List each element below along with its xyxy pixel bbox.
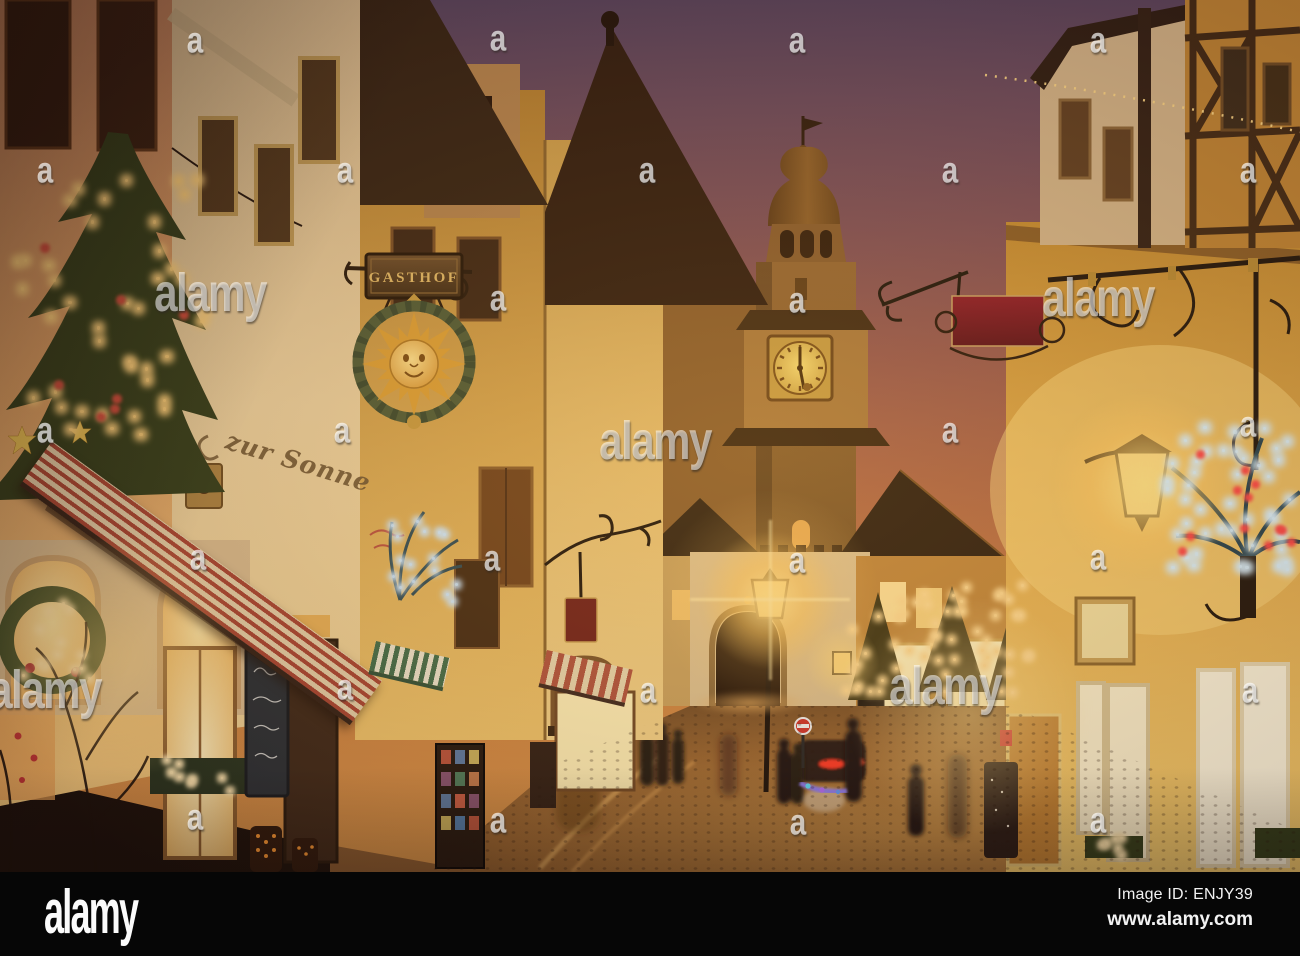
framed-sign-inner <box>1082 604 1128 658</box>
clock-lower-ledge <box>722 428 890 446</box>
drainpipe <box>1138 8 1151 248</box>
pedestrian <box>777 748 791 804</box>
dark-window <box>4 0 72 150</box>
distant-lit-window <box>672 590 692 620</box>
window <box>198 116 238 216</box>
pedestrian <box>656 732 669 786</box>
sun-eye <box>419 354 425 362</box>
lantern-arch <box>820 230 832 258</box>
alamy-footer-bar: alamy Image ID: ENJY39 www.alamy.com <box>0 872 1300 956</box>
gable-roof-right <box>836 470 1008 560</box>
lamp-head <box>750 578 790 620</box>
dark-window <box>96 0 158 152</box>
lantern-glass <box>1114 450 1170 518</box>
image-id-text: Image ID: ENJY39 <box>1117 886 1253 903</box>
window-planter <box>1255 828 1300 858</box>
card-stand <box>530 742 556 808</box>
lantern-arch <box>800 230 814 258</box>
red-tag <box>1000 730 1012 746</box>
window <box>1058 98 1092 180</box>
tree-mount <box>1240 556 1256 618</box>
gasthof-label: GASTHOF <box>369 270 460 286</box>
pedestrian <box>908 776 924 836</box>
sign-bottom-ornament <box>407 415 421 429</box>
arch-lamp <box>744 596 752 604</box>
photo-night-street-scene: zur Sonne GASTHOF a a a a a a a a a a a … <box>0 0 1300 872</box>
bracket-collar <box>1088 272 1096 286</box>
lit-window <box>916 588 942 628</box>
blank-red-sign <box>951 295 1045 347</box>
window <box>1262 62 1292 126</box>
window-planter <box>1085 836 1143 858</box>
clock-ornament <box>803 383 811 391</box>
window <box>1220 46 1250 132</box>
scene-illustration: zur Sonne GASTHOF <box>0 0 1300 872</box>
bracket-collar <box>1248 258 1258 272</box>
window <box>298 56 340 164</box>
shop-window-mid <box>554 690 636 792</box>
clock-roof-ledge <box>736 310 876 330</box>
wreath-bow <box>25 663 35 673</box>
alamy-logo: alamy <box>44 878 139 947</box>
taillight <box>819 759 845 769</box>
alamy-url-text: www.alamy.com <box>1107 909 1253 930</box>
window-box-greenery <box>150 758 246 794</box>
half-timbered-building <box>1184 0 1300 248</box>
roederbogen-arch-wall <box>690 552 870 709</box>
pedestrian <box>672 738 684 784</box>
tall-white-window <box>1076 681 1106 835</box>
small-lantern-center <box>832 651 852 675</box>
weather-flag <box>803 118 823 131</box>
window <box>254 144 294 246</box>
tall-white-window <box>1106 683 1150 862</box>
lantern-arch <box>780 230 794 258</box>
postcard-rack <box>435 743 485 869</box>
window <box>1102 126 1134 202</box>
window <box>454 559 500 649</box>
tall-white-window <box>1196 668 1236 868</box>
pedestrian <box>640 736 654 786</box>
tower-slit <box>795 278 807 300</box>
sun-face <box>389 339 439 389</box>
bracket-collar <box>1168 266 1176 280</box>
sun-eye <box>403 354 409 362</box>
alamy-stock-photo-page: zur Sonne GASTHOF a a a a a a a a a a a … <box>0 0 1300 956</box>
clock-face <box>766 334 834 402</box>
dark-gable-roof <box>545 28 768 305</box>
tower-dome <box>768 146 840 226</box>
pedestrian <box>845 730 862 802</box>
red-plaque <box>564 597 598 643</box>
